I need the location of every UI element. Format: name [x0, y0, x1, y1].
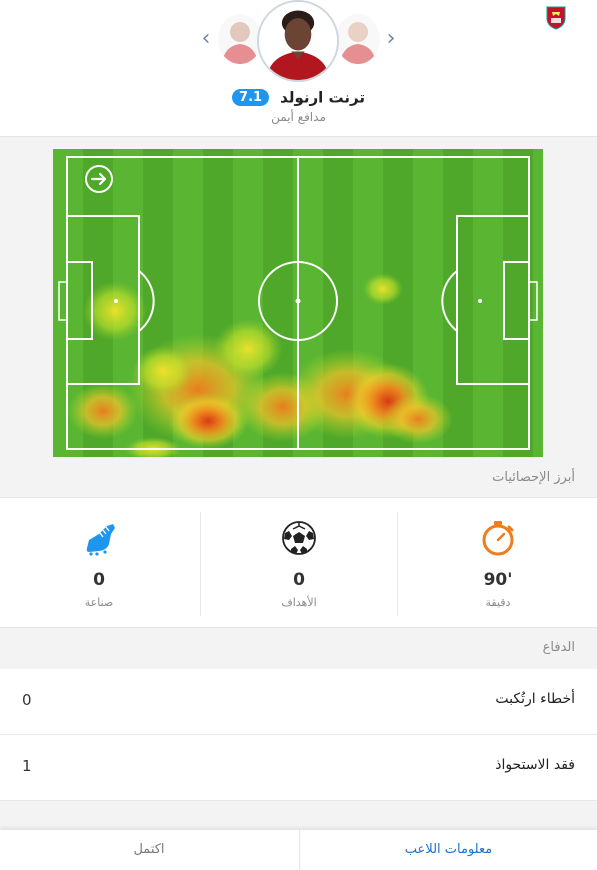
- next-player-avatar[interactable]: [336, 14, 380, 64]
- player-info-button[interactable]: معلومات اللاعب: [299, 830, 597, 870]
- previous-player-avatar[interactable]: [218, 14, 262, 64]
- stat-row-fouls: أخطاء ارتُكبت 0: [0, 669, 597, 735]
- previous-player-chevron-icon[interactable]: ‹: [196, 26, 216, 52]
- heatmap: [53, 149, 543, 457]
- highlights-title: أبرز الإحصائيات: [492, 470, 575, 485]
- minutes-value: 90': [483, 570, 513, 590]
- stat-row-value: 1: [22, 757, 32, 775]
- player-name-row: ترنت ارنولد 7.1: [0, 87, 597, 107]
- bottom-action-bar: اكتمل معلومات اللاعب: [0, 830, 597, 870]
- goals-label: الأهداف: [281, 596, 317, 609]
- highlights-stats: 90' دقيقة 0 الأهداف 0 صناعة: [0, 497, 597, 628]
- minutes-label: دقيقة: [485, 596, 511, 609]
- player-details-sheet: ‹ › ترنت ارنولد 7.1 مدافع أيمن أبرز الإح…: [0, 0, 597, 870]
- next-player-chevron-icon[interactable]: ›: [381, 26, 401, 52]
- stat-row-possession-lost: فقد الاستحواذ 1: [0, 735, 597, 801]
- player-name: ترنت ارنولد: [280, 88, 365, 107]
- football-boot-icon: [86, 524, 115, 556]
- stat-row-label: فقد الاستحواذ: [495, 757, 575, 773]
- player-avatar: [257, 0, 339, 82]
- player-header: ‹ › ترنت ارنولد 7.1 مدافع أيمن: [0, 0, 597, 137]
- player-position: مدافع أيمن: [271, 110, 326, 124]
- assists-label: صناعة: [84, 596, 114, 609]
- football-icon: [282, 521, 316, 555]
- stat-row-label: أخطاء ارتُكبت: [495, 691, 575, 707]
- goals-value: 0: [293, 570, 305, 590]
- pitch: [53, 149, 543, 457]
- stat-row-value: 0: [22, 691, 32, 709]
- stat-minutes: 90' دقيقة: [399, 512, 597, 616]
- stat-assists: 0 صناعة: [0, 512, 198, 616]
- rating-badge: 7.1: [232, 89, 270, 106]
- done-button[interactable]: اكتمل: [0, 830, 298, 870]
- defence-stats-list: أخطاء ارتُكبت 0 فقد الاستحواذ 1: [0, 669, 597, 801]
- stat-goals: 0 الأهداف: [200, 512, 398, 616]
- defence-title: الدفاع: [542, 640, 575, 655]
- club-badge-icon: [546, 6, 566, 30]
- stopwatch-icon: [482, 521, 514, 556]
- assists-value: 0: [93, 570, 105, 590]
